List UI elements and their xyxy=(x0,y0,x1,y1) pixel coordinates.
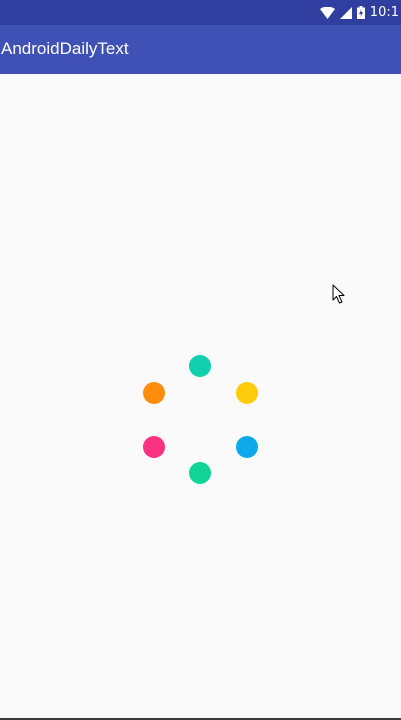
loader-dot xyxy=(143,436,165,458)
wifi-icon xyxy=(319,6,335,19)
loader-dot xyxy=(143,382,165,404)
mouse-pointer-icon xyxy=(332,284,346,310)
cell-signal-icon xyxy=(339,6,352,19)
status-bar: 10:1 xyxy=(0,0,401,25)
loading-indicator xyxy=(0,74,401,719)
loader-dot xyxy=(236,382,258,404)
loader-dot xyxy=(189,355,211,377)
main-content xyxy=(0,74,401,719)
loader-dot xyxy=(189,462,211,484)
loader-dot xyxy=(236,436,258,458)
status-icons: 10:1 xyxy=(319,0,401,25)
battery-icon xyxy=(356,6,365,19)
app-bar: AndroidDailyText xyxy=(0,25,401,74)
status-time: 10:1 xyxy=(369,5,399,20)
app-title: AndroidDailyText xyxy=(1,39,129,58)
